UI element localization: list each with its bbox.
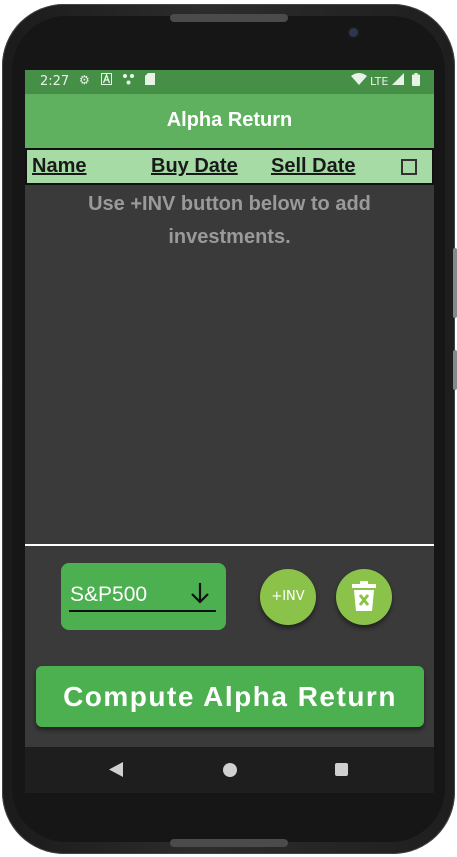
navigation-bar	[25, 747, 434, 793]
arrow-down-icon	[189, 581, 211, 609]
index-selector-dropdown[interactable]: S&P500	[61, 563, 226, 630]
divider	[25, 544, 434, 546]
bottom-speaker	[170, 839, 288, 847]
top-speaker	[170, 14, 288, 22]
index-selector-value: S&P500	[70, 583, 148, 606]
trash-icon	[352, 581, 376, 615]
column-header-buy-date[interactable]: Buy Date	[151, 155, 238, 178]
recents-icon[interactable]	[335, 763, 348, 776]
table-header: Name Buy Date Sell Date	[25, 148, 434, 185]
select-all-checkbox[interactable]	[401, 159, 417, 175]
power-button	[453, 350, 457, 390]
app-screen: 2:27 ⚙ LTE Alpha Return Name Buy Date Se…	[25, 70, 434, 747]
volume-button	[453, 248, 457, 318]
battery-icon	[412, 73, 420, 89]
wifi-icon	[351, 73, 367, 88]
front-camera	[349, 28, 358, 37]
signal-icon	[392, 73, 404, 88]
a-icon	[101, 73, 112, 88]
sd-card-icon	[145, 73, 155, 88]
empty-state-message: Use +INV button below to add investments…	[88, 193, 371, 248]
column-header-name[interactable]: Name	[32, 155, 86, 178]
column-header-sell-date[interactable]: Sell Date	[271, 155, 355, 178]
network-type: LTE	[370, 75, 389, 88]
app-title: Alpha Return	[166, 109, 293, 131]
dots-icon	[122, 73, 135, 88]
add-investment-button[interactable]: +INV	[260, 569, 316, 625]
compute-alpha-return-button[interactable]: Compute Alpha Return	[36, 666, 424, 727]
back-icon[interactable]	[109, 762, 123, 781]
home-icon[interactable]	[223, 763, 237, 777]
status-time: 2:27	[40, 74, 70, 89]
dropdown-underline	[69, 610, 216, 612]
status-bar: 2:27 ⚙ LTE	[25, 70, 434, 94]
settings-icon: ⚙	[79, 73, 90, 87]
app-bar: Alpha Return	[25, 94, 434, 148]
delete-button[interactable]	[336, 569, 392, 625]
